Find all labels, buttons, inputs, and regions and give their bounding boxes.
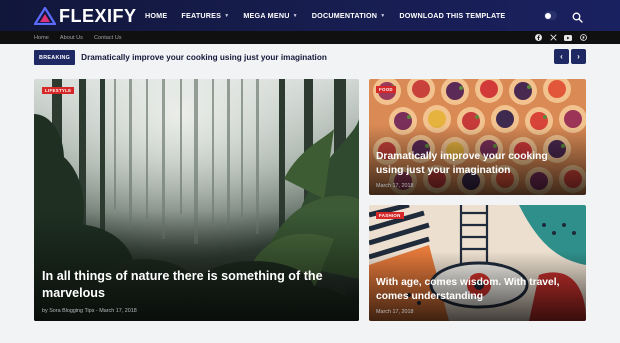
- category-badge[interactable]: Food: [376, 86, 396, 93]
- featured-post-fashion[interactable]: Fashion With age, comes wisdom. With tra…: [369, 205, 586, 321]
- site-logo[interactable]: FLEXIFY: [34, 5, 137, 27]
- logo-mark-icon: [34, 7, 56, 25]
- category-badge[interactable]: Fashion: [376, 212, 404, 219]
- ticker-next-button[interactable]: ›: [571, 49, 586, 64]
- post-meta: March 17, 2018: [376, 183, 414, 189]
- nav-item-features[interactable]: FEATURES ▼: [174, 0, 236, 31]
- nav-item-mega-menu[interactable]: MEGA MENU ▼: [236, 0, 304, 31]
- chevron-down-icon: ▼: [292, 12, 298, 19]
- logo-text: FLEXIFY: [59, 5, 137, 26]
- main-nav: HOME FEATURES ▼ MEGA MENU ▼ DOCUMENTATIO…: [138, 0, 512, 31]
- post-meta: by Sora Blogging Tips - March 17, 2018: [42, 308, 137, 314]
- featured-post-food[interactable]: Food Dramatically improve your cooking u…: [369, 79, 586, 195]
- category-badge[interactable]: Lifestyle: [42, 87, 75, 94]
- youtube-icon[interactable]: [564, 34, 572, 42]
- nav-item-label: MEGA MENU: [243, 11, 290, 20]
- ticker-prev-button[interactable]: ‹: [554, 49, 569, 64]
- top-link-contact[interactable]: Contact Us: [94, 35, 122, 41]
- pinterest-icon[interactable]: [579, 34, 587, 42]
- breaking-news-ticker: BREAKING Dramatically improve your cooki…: [34, 49, 586, 66]
- top-link-about[interactable]: About Us: [60, 35, 83, 41]
- site-header: FLEXIFY HOME FEATURES ▼ MEGA MENU ▼ DOCU…: [0, 0, 620, 31]
- breaking-label: BREAKING: [34, 50, 76, 65]
- post-title[interactable]: With age, comes wisdom. With travel, com…: [376, 276, 576, 304]
- post-title[interactable]: In all things of nature there is somethi…: [42, 268, 347, 302]
- post-meta: March 17, 2018: [376, 309, 414, 315]
- toggle-knob: [545, 12, 551, 19]
- image-overlay: [34, 211, 359, 321]
- social-links: [534, 31, 594, 44]
- x-twitter-icon[interactable]: [549, 34, 557, 42]
- featured-post-main[interactable]: Lifestyle In all things of nature there …: [34, 79, 359, 321]
- ticker-controls: ‹ ›: [552, 49, 586, 64]
- search-icon[interactable]: [572, 10, 583, 23]
- breaking-headline-link[interactable]: Dramatically improve your cooking using …: [81, 53, 327, 62]
- nav-item-home[interactable]: HOME: [138, 0, 174, 31]
- nav-item-label: HOME: [145, 11, 168, 20]
- chevron-down-icon: ▼: [224, 12, 230, 19]
- post-title[interactable]: Dramatically improve your cooking using …: [376, 150, 576, 178]
- nav-item-label: DOWNLOAD THIS TEMPLATE: [399, 11, 506, 20]
- nav-item-label: FEATURES: [181, 11, 222, 20]
- top-links: Home About Us Contact Us: [34, 31, 133, 44]
- top-links-bar: Home About Us Contact Us: [0, 31, 620, 44]
- nav-item-label: DOCUMENTATION: [311, 11, 378, 20]
- top-link-home[interactable]: Home: [34, 35, 49, 41]
- nav-item-documentation[interactable]: DOCUMENTATION ▼: [305, 0, 393, 31]
- nav-item-download-template[interactable]: DOWNLOAD THIS TEMPLATE: [392, 0, 512, 31]
- facebook-icon[interactable]: [534, 34, 542, 42]
- dark-mode-toggle-icon[interactable]: [544, 11, 557, 20]
- chevron-down-icon: ▼: [380, 12, 386, 19]
